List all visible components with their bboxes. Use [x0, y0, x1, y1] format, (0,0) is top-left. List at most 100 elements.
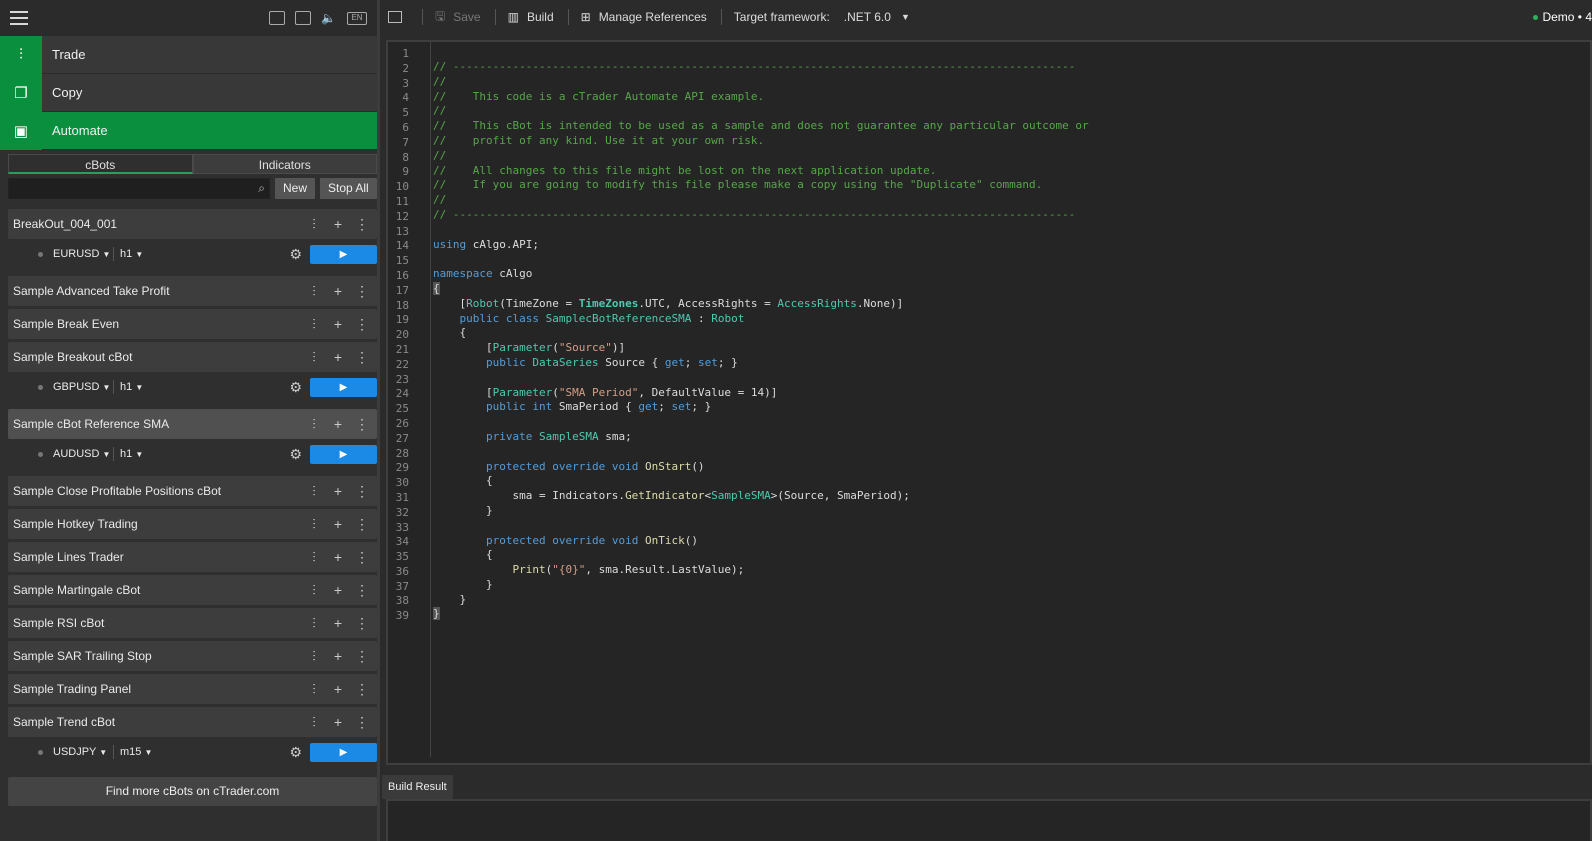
code-content[interactable]: // -------------------------------------…	[433, 47, 1089, 663]
cbot-row[interactable]: Sample Close Profitable Positions cBot ⫶ +…	[8, 476, 377, 506]
find-more-button[interactable]: Find more cBots on cTrader.com	[8, 777, 377, 806]
nav-automate[interactable]: ▣ Automate	[0, 111, 377, 150]
backtest-icon[interactable]: ⫶	[307, 216, 321, 233]
more-options-icon[interactable]: ⋮	[355, 615, 369, 632]
cbot-row[interactable]: Sample SAR Trailing Stop ⫶ + ⋮	[8, 641, 377, 671]
more-options-icon[interactable]: ⋮	[355, 416, 369, 433]
cbot-name: Sample Trading Panel	[13, 682, 132, 696]
add-instance-icon[interactable]: +	[331, 714, 345, 730]
cbot-name: Sample Close Profitable Positions cBot	[13, 484, 222, 498]
more-options-icon[interactable]: ⋮	[355, 283, 369, 300]
cbot-row[interactable]: Sample Advanced Take Profit ⫶ + ⋮	[8, 276, 377, 306]
save-button[interactable]: 🖫 Save	[435, 7, 481, 28]
cbot-row[interactable]: Sample Trading Panel ⫶ + ⋮	[8, 674, 377, 704]
backtest-icon[interactable]: ⫶	[307, 483, 321, 500]
windows-icon[interactable]	[295, 11, 311, 25]
symbol-select[interactable]: USDJPY ▼	[53, 746, 113, 758]
target-framework-select[interactable]: .NET 6.0 ▼	[844, 10, 910, 24]
nav-trade[interactable]: ⫶ Trade	[0, 35, 377, 74]
code-editor[interactable]: 1 2 3 4 5 6 7 8 9 10 11 12 13 14 15 16 17 18 19 20 21 22 23 24 2…	[386, 40, 1592, 765]
add-instance-icon[interactable]: +	[331, 216, 345, 232]
tab-build-result[interactable]: Build Result	[382, 775, 453, 799]
timeframe-select[interactable]: h1 ▼	[120, 248, 289, 260]
add-instance-icon[interactable]: +	[331, 416, 345, 432]
add-instance-icon[interactable]: +	[331, 648, 345, 664]
toggle-panel-button[interactable]	[388, 11, 408, 23]
cbot-row[interactable]: BreakOut_004_001 ⫶ + ⋮	[8, 209, 377, 239]
more-options-icon[interactable]: ⋮	[355, 549, 369, 566]
cbot-name: Sample Martingale cBot	[13, 583, 141, 597]
timeframe-select[interactable]: h1 ▼	[120, 381, 289, 393]
more-options-icon[interactable]: ⋮	[355, 714, 369, 731]
cbot-row[interactable]: Sample RSI cBot ⫶ + ⋮	[8, 608, 377, 638]
timeframe-label: h1	[120, 381, 133, 393]
build-button[interactable]: ▥ Build	[508, 10, 554, 24]
more-options-icon[interactable]: ⋮	[355, 648, 369, 665]
add-instance-icon[interactable]: +	[331, 349, 345, 365]
start-button[interactable]: ▶	[310, 244, 377, 264]
start-button[interactable]: ▶	[310, 444, 377, 464]
new-button[interactable]: New	[275, 178, 316, 199]
references-icon: ⊞	[580, 10, 591, 24]
stop-all-button[interactable]: Stop All	[320, 178, 377, 199]
backtest-icon[interactable]: ⫶	[307, 549, 321, 566]
add-instance-icon[interactable]: +	[331, 582, 345, 598]
cbot-row[interactable]: Sample Break Even ⫶ + ⋮	[8, 309, 377, 339]
more-options-icon[interactable]: ⋮	[355, 216, 369, 233]
add-instance-icon[interactable]: +	[331, 615, 345, 631]
backtest-icon[interactable]: ⫶	[307, 681, 321, 698]
build-label: Build	[526, 10, 554, 24]
more-options-icon[interactable]: ⋮	[355, 483, 369, 500]
cbot-row[interactable]: Sample cBot Reference SMA ⫶ + ⋮	[8, 409, 377, 439]
start-button[interactable]: ▶	[310, 377, 377, 397]
backtest-icon[interactable]: ⫶	[307, 516, 321, 533]
volume-icon[interactable]: 🔈	[321, 11, 337, 25]
symbol-select[interactable]: AUDUSD ▼	[53, 448, 113, 460]
more-options-icon[interactable]: ⋮	[355, 516, 369, 533]
gear-icon[interactable]: ⚙	[289, 379, 302, 396]
gear-icon[interactable]: ⚙	[289, 446, 302, 463]
search-icon[interactable]: ⌕	[258, 181, 265, 196]
menu-icon[interactable]	[10, 11, 28, 25]
cbot-row[interactable]: Sample Breakout cBot ⫶ + ⋮	[8, 342, 377, 372]
start-button[interactable]: ▶	[310, 742, 377, 762]
symbol-label: EURUSD	[53, 248, 100, 260]
backtest-icon[interactable]: ⫶	[307, 582, 321, 599]
gear-icon[interactable]: ⚙	[289, 246, 302, 263]
nav-copy[interactable]: ❐ Copy	[0, 73, 377, 112]
cbot-row[interactable]: Sample Trend cBot ⫶ + ⋮	[8, 707, 377, 737]
search-input[interactable]	[9, 179, 269, 198]
more-options-icon[interactable]: ⋮	[355, 349, 369, 366]
backtest-icon[interactable]: ⫶	[307, 615, 321, 632]
add-instance-icon[interactable]: +	[331, 316, 345, 332]
add-instance-icon[interactable]: +	[331, 681, 345, 697]
timeframe-select[interactable]: m15 ▼	[120, 746, 289, 758]
backtest-icon[interactable]: ⫶	[307, 316, 321, 333]
language-button[interactable]: EN	[347, 11, 367, 25]
symbol-select[interactable]: EURUSD ▼	[53, 248, 113, 260]
backtest-icon[interactable]: ⫶	[307, 416, 321, 433]
backtest-icon[interactable]: ⫶	[307, 648, 321, 665]
fullscreen-icon[interactable]	[269, 11, 285, 25]
gear-icon[interactable]: ⚙	[289, 744, 302, 761]
backtest-icon[interactable]: ⫶	[307, 349, 321, 366]
backtest-icon[interactable]: ⫶	[307, 714, 321, 731]
symbol-select[interactable]: GBPUSD ▼	[53, 381, 113, 393]
add-instance-icon[interactable]: +	[331, 516, 345, 532]
account-indicator[interactable]: Demo • 4	[1533, 10, 1592, 24]
timeframe-select[interactable]: h1 ▼	[120, 448, 289, 460]
add-instance-icon[interactable]: +	[331, 283, 345, 299]
manage-references-button[interactable]: ⊞ Manage References	[581, 10, 707, 24]
cbot-row[interactable]: Sample Lines Trader ⫶ + ⋮	[8, 542, 377, 572]
more-options-icon[interactable]: ⋮	[355, 316, 369, 333]
tab-cbots[interactable]: cBots	[8, 154, 193, 174]
cbot-row[interactable]: Sample Martingale cBot ⫶ + ⋮	[8, 575, 377, 605]
more-options-icon[interactable]: ⋮	[355, 681, 369, 698]
cbot-row[interactable]: Sample Hotkey Trading ⫶ + ⋮	[8, 509, 377, 539]
tab-indicators[interactable]: Indicators	[192, 154, 377, 174]
more-options-icon[interactable]: ⋮	[355, 582, 369, 599]
backtest-icon[interactable]: ⫶	[307, 283, 321, 300]
line-number: 24	[395, 387, 409, 401]
add-instance-icon[interactable]: +	[331, 549, 345, 565]
add-instance-icon[interactable]: +	[331, 483, 345, 499]
